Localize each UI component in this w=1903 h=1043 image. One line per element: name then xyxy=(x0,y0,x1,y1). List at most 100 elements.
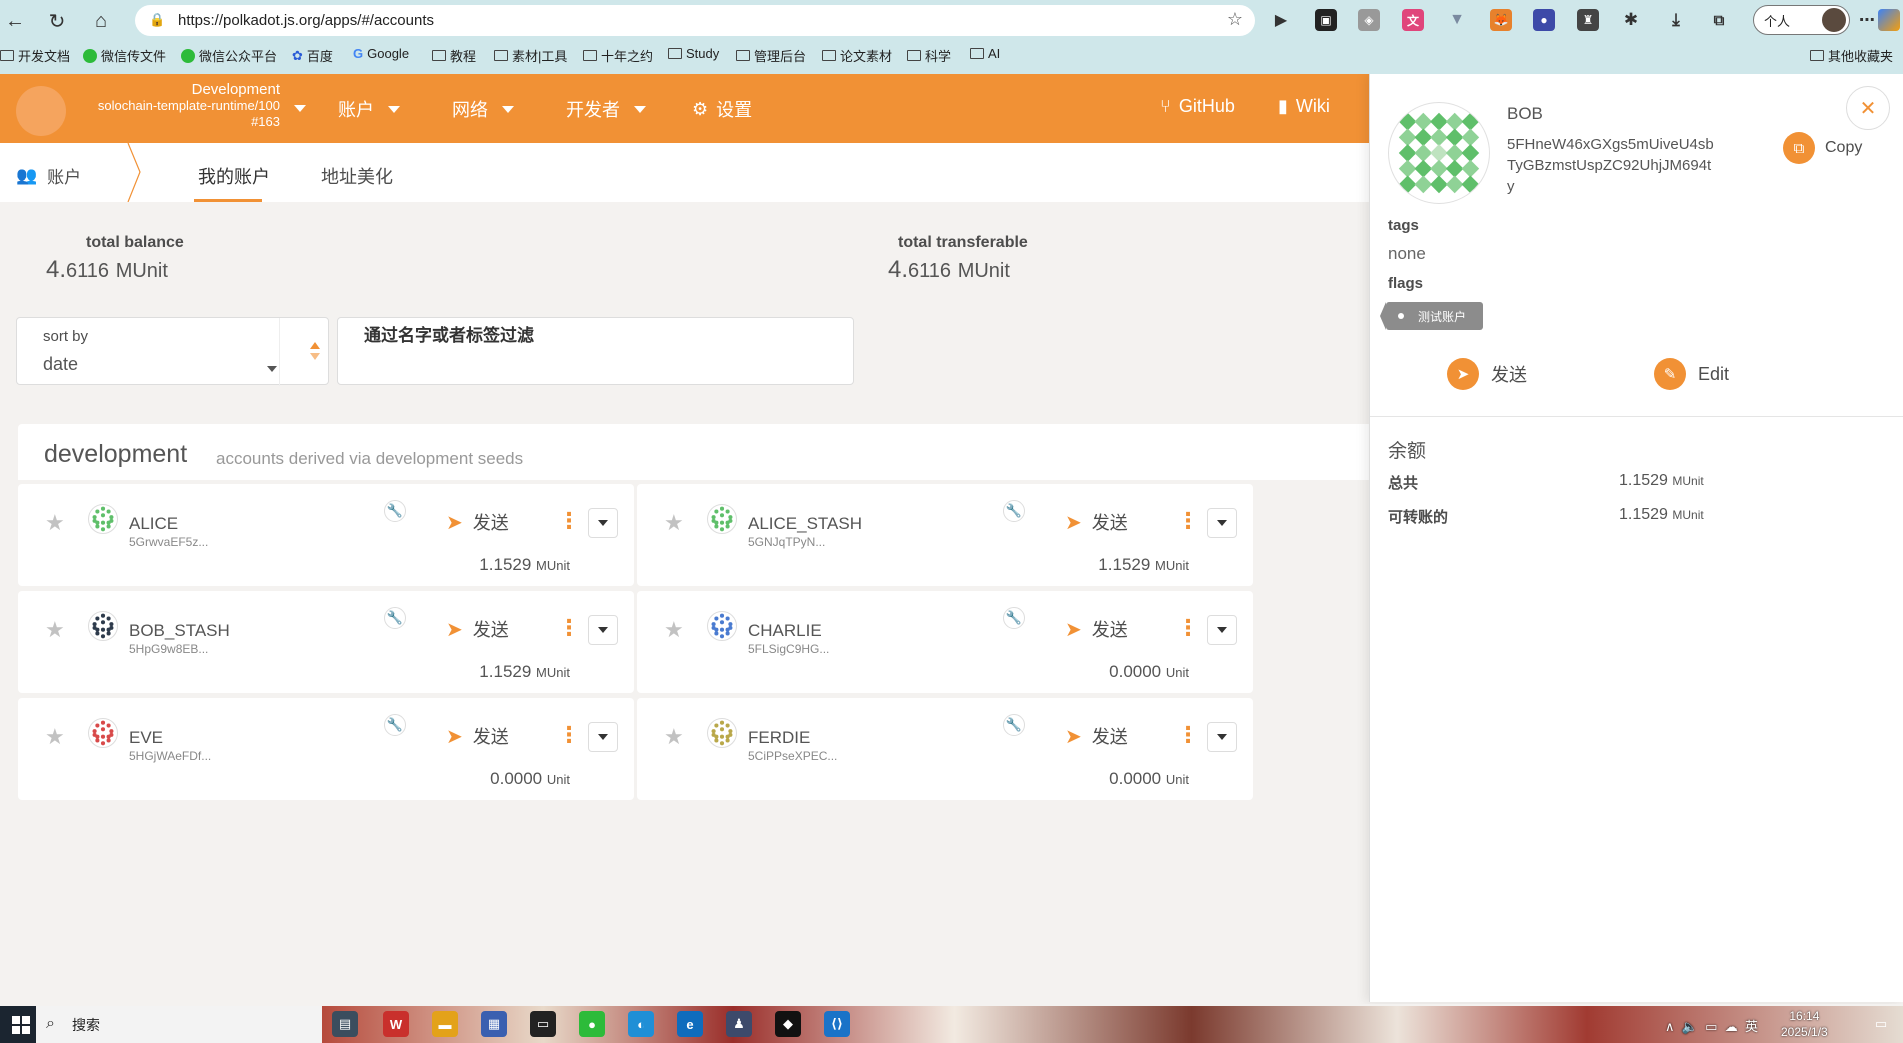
bookmark-folder[interactable]: 论文素材 xyxy=(822,46,892,65)
play-icon[interactable]: ▶ xyxy=(1270,9,1292,31)
bookmark-item[interactable]: G Google xyxy=(353,46,409,61)
more-icon[interactable]: ⋯ xyxy=(1856,9,1878,31)
bookmark-folder[interactable]: 科学 xyxy=(907,46,951,65)
extension-icon[interactable]: ♜ xyxy=(1577,9,1599,31)
wrench-icon[interactable]: 🔧 xyxy=(1003,714,1025,736)
bookmark-item[interactable]: 微信传文件 xyxy=(83,46,166,65)
more-vertical-icon[interactable]: ⋮ xyxy=(1177,722,1199,748)
download-icon[interactable]: ⤓ xyxy=(1665,9,1687,31)
send-button[interactable]: ➤ 发送 xyxy=(446,723,509,749)
extension-icon[interactable]: 文 xyxy=(1402,9,1424,31)
favorite-star-icon[interactable]: ★ xyxy=(664,510,684,536)
send-button[interactable]: ➤ 发送 xyxy=(446,616,509,642)
close-icon[interactable]: ✕ xyxy=(1846,86,1890,130)
bookmark-item[interactable]: ✿ 百度 xyxy=(292,46,333,65)
send-button[interactable]: ➤ 发送 xyxy=(1065,723,1128,749)
vscode-icon[interactable]: ⟨⟩ xyxy=(824,1011,850,1037)
calculator-icon[interactable]: ▦ xyxy=(481,1011,507,1037)
copy-button[interactable]: ⧉ Copy xyxy=(1783,132,1862,164)
bookmark-folder[interactable]: 十年之约 xyxy=(583,46,653,65)
bookmark-star-icon[interactable]: ☆ xyxy=(1227,9,1243,30)
wechat-icon[interactable]: ● xyxy=(579,1011,605,1037)
bookmark-folder[interactable]: Study xyxy=(668,46,719,61)
wps-icon[interactable]: W xyxy=(383,1011,409,1037)
profile-button[interactable]: 个人 xyxy=(1753,5,1850,35)
account-balance: 1.1529 MUnit xyxy=(479,662,570,682)
home-icon[interactable]: ⌂ xyxy=(88,8,114,34)
bookmark-folder[interactable]: AI xyxy=(970,46,1000,61)
wrench-icon[interactable]: 🔧 xyxy=(1003,607,1025,629)
wrench-icon[interactable]: 🔧 xyxy=(384,607,406,629)
app-icon[interactable]: ◆ xyxy=(775,1011,801,1037)
filter-input[interactable] xyxy=(364,326,834,346)
favorite-star-icon[interactable]: ★ xyxy=(664,617,684,643)
windows-start-icon[interactable] xyxy=(12,1016,30,1034)
sort-by-dropdown[interactable]: sort by date xyxy=(16,317,329,386)
extension-icon[interactable]: ● xyxy=(1533,9,1555,31)
bookmark-item[interactable]: 微信公众平台 xyxy=(181,46,277,65)
sidebar-send-button[interactable]: ➤ 发送 xyxy=(1447,358,1527,390)
terminal-icon[interactable]: ▭ xyxy=(530,1011,556,1037)
metamask-icon[interactable]: 🦊 xyxy=(1490,9,1512,31)
favorite-star-icon[interactable]: ★ xyxy=(45,617,65,643)
menu-accounts[interactable]: 账户 xyxy=(338,96,400,122)
wiki-link[interactable]: ▮ Wiki xyxy=(1278,96,1330,117)
sort-order-icon[interactable] xyxy=(309,340,321,362)
extensions-puzzle-icon[interactable]: ✱ xyxy=(1620,9,1642,31)
tab-my-accounts[interactable]: 我的账户 xyxy=(198,163,270,189)
back-icon[interactable]: ← xyxy=(2,8,28,34)
more-vertical-icon[interactable]: ⋮ xyxy=(1177,615,1199,641)
browser-icon[interactable]: ◐ xyxy=(628,1011,654,1037)
bookmark-folder[interactable]: 开发文档 xyxy=(0,46,70,65)
other-bookmarks-folder[interactable]: 其他收藏夹 xyxy=(1810,46,1893,65)
more-vertical-icon[interactable]: ⋮ xyxy=(1177,508,1199,534)
expand-dropdown-button[interactable] xyxy=(1207,508,1237,538)
file-explorer-icon[interactable]: ▬ xyxy=(432,1011,458,1037)
app-icon[interactable]: ♟ xyxy=(726,1011,752,1037)
chain-info[interactable]: Development solochain-template-runtime/1… xyxy=(70,82,280,130)
wrench-icon[interactable]: 🔧 xyxy=(1003,500,1025,522)
menu-settings[interactable]: ⚙ 设置 xyxy=(692,96,752,122)
collections-icon[interactable]: ⧉ xyxy=(1708,9,1730,31)
system-tray[interactable]: ∧ 🔈 ▭ ☁ 英 xyxy=(1665,1016,1758,1035)
expand-dropdown-button[interactable] xyxy=(1207,615,1237,645)
favorite-star-icon[interactable]: ★ xyxy=(664,724,684,750)
expand-dropdown-button[interactable] xyxy=(1207,722,1237,752)
edge-icon[interactable]: e xyxy=(677,1011,703,1037)
menu-developer[interactable]: 开发者 xyxy=(566,96,646,122)
send-button[interactable]: ➤ 发送 xyxy=(1065,616,1128,642)
expand-dropdown-button[interactable] xyxy=(588,615,618,645)
chain-selector-chevron-icon[interactable] xyxy=(294,105,306,112)
value-unit: Unit xyxy=(1165,665,1189,680)
chain-logo[interactable] xyxy=(16,86,66,136)
wrench-icon[interactable]: 🔧 xyxy=(384,714,406,736)
clock[interactable]: 16:14 2025/1/3 xyxy=(1781,1008,1828,1040)
favorite-star-icon[interactable]: ★ xyxy=(45,724,65,750)
address-bar[interactable]: 🔒 https://polkadot.js.org/apps/#/account… xyxy=(135,5,1255,36)
taskbar-search[interactable]: ⌕ 搜索 xyxy=(36,1006,322,1043)
extension-icon[interactable]: ▼ xyxy=(1446,9,1468,31)
more-vertical-icon[interactable]: ⋮ xyxy=(558,722,580,748)
favorite-star-icon[interactable]: ★ xyxy=(45,510,65,536)
menu-network[interactable]: 网络 xyxy=(452,96,514,122)
send-button[interactable]: ➤ 发送 xyxy=(1065,509,1128,535)
extension-icon[interactable]: ▣ xyxy=(1315,9,1337,31)
github-link[interactable]: ⑂ GitHub xyxy=(1160,96,1235,117)
bookmark-folder[interactable]: 教程 xyxy=(432,46,476,65)
wrench-icon[interactable]: 🔧 xyxy=(384,500,406,522)
notification-icon[interactable]: ▭ xyxy=(1868,1011,1894,1037)
copilot-icon[interactable] xyxy=(1878,9,1900,31)
bookmark-folder[interactable]: 管理后台 xyxy=(736,46,806,65)
task-view-icon[interactable]: ▤ xyxy=(332,1011,358,1037)
filter-field[interactable] xyxy=(337,317,854,385)
sidebar-edit-button[interactable]: ✎ Edit xyxy=(1654,358,1729,390)
more-vertical-icon[interactable]: ⋮ xyxy=(558,508,580,534)
tab-address-book[interactable]: 地址美化 xyxy=(321,163,393,189)
expand-dropdown-button[interactable] xyxy=(588,722,618,752)
reload-icon[interactable]: ↻ xyxy=(44,8,70,34)
extension-icon[interactable]: ◈ xyxy=(1358,9,1380,31)
bookmark-folder[interactable]: 素材|工具 xyxy=(494,46,567,65)
send-button[interactable]: ➤ 发送 xyxy=(446,509,509,535)
expand-dropdown-button[interactable] xyxy=(588,508,618,538)
more-vertical-icon[interactable]: ⋮ xyxy=(558,615,580,641)
